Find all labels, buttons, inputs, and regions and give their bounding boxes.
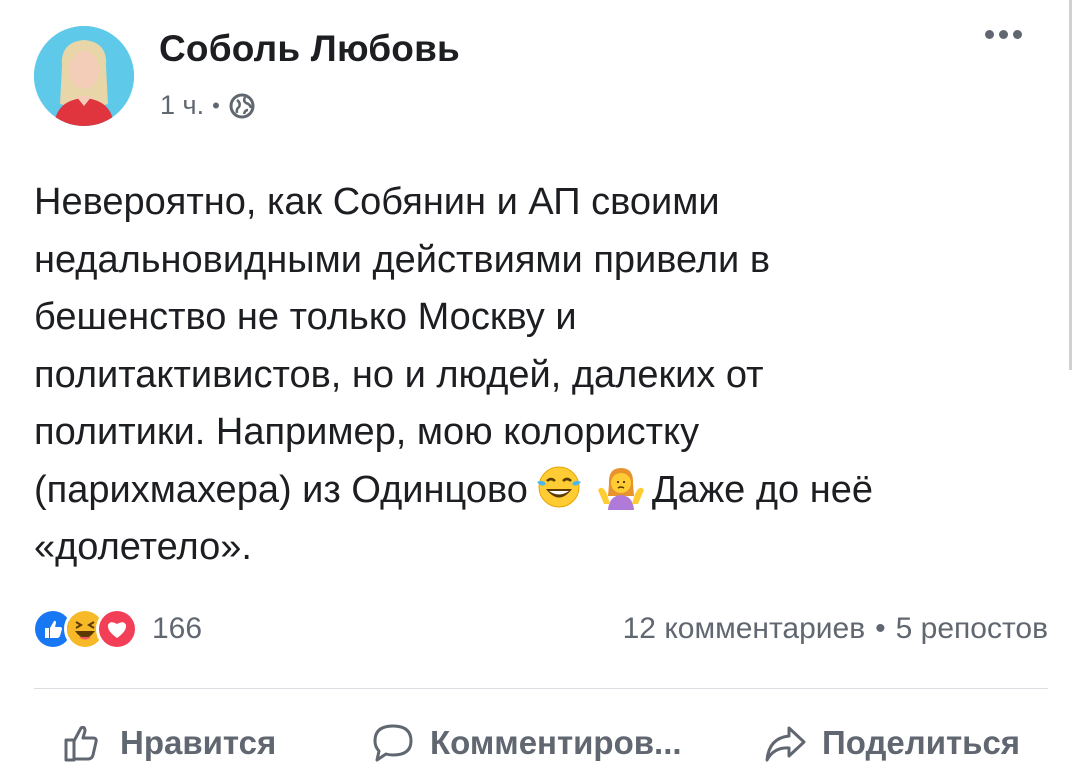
meta-separator: •	[212, 92, 220, 118]
share-arrow-icon	[765, 726, 806, 762]
action-bar: Нравится Комментиров... Поделиться	[0, 720, 1072, 780]
post-text: Невероятно, как Собянин и АП своими неда…	[34, 174, 1044, 577]
post-line-part: Даже до неё	[651, 468, 873, 511]
post-line: Невероятно, как Собянин и АП своими	[34, 181, 720, 223]
author-name[interactable]: Соболь Любовь	[159, 28, 460, 70]
engagement-counts: 12 комментариев • 5 репостов	[623, 612, 1048, 646]
reactions-summary[interactable]: 166	[32, 608, 202, 650]
share-button[interactable]: Поделиться	[762, 720, 1020, 766]
post-line: политики. Например, мою колористку	[34, 411, 700, 453]
like-button[interactable]: Нравится	[60, 720, 276, 766]
comments-count[interactable]: 12 комментариев	[623, 612, 866, 646]
post-line-part: (парихмахера) из Одинцово	[34, 468, 528, 511]
post-line: недальновидными действиями привели в	[34, 238, 771, 281]
counts-separator: •	[875, 612, 886, 645]
avatar[interactable]	[34, 26, 134, 126]
globe-icon	[229, 93, 255, 118]
shrugging-woman-emoji	[597, 467, 644, 510]
post-line: бешенство не только Москву и	[34, 296, 577, 338]
reaction-count: 166	[152, 612, 203, 645]
post-line: «долетело».	[34, 526, 252, 568]
post-line: (парихмахера) из Одинцово Даже до неё	[34, 462, 1044, 520]
tears-of-joy-emoji	[536, 466, 581, 507]
comment-label: Комментиров...	[430, 724, 682, 761]
love-reaction-icon	[96, 608, 138, 650]
like-label: Нравится	[120, 724, 277, 761]
post-meta: 1 ч. •	[160, 90, 256, 121]
thumbs-up-icon	[64, 725, 98, 762]
shares-count[interactable]: 5 репостов	[896, 612, 1048, 646]
more-dots-icon[interactable]	[985, 30, 1022, 39]
post-time[interactable]: 1 ч.	[160, 90, 204, 121]
avatar-photo	[34, 26, 134, 126]
divider	[34, 688, 1048, 689]
comment-icon	[373, 724, 413, 762]
comment-button[interactable]: Комментиров...	[370, 720, 682, 766]
post-line: политактивистов, но и людей, далеких от	[34, 353, 764, 396]
share-label: Поделиться	[822, 724, 1021, 761]
